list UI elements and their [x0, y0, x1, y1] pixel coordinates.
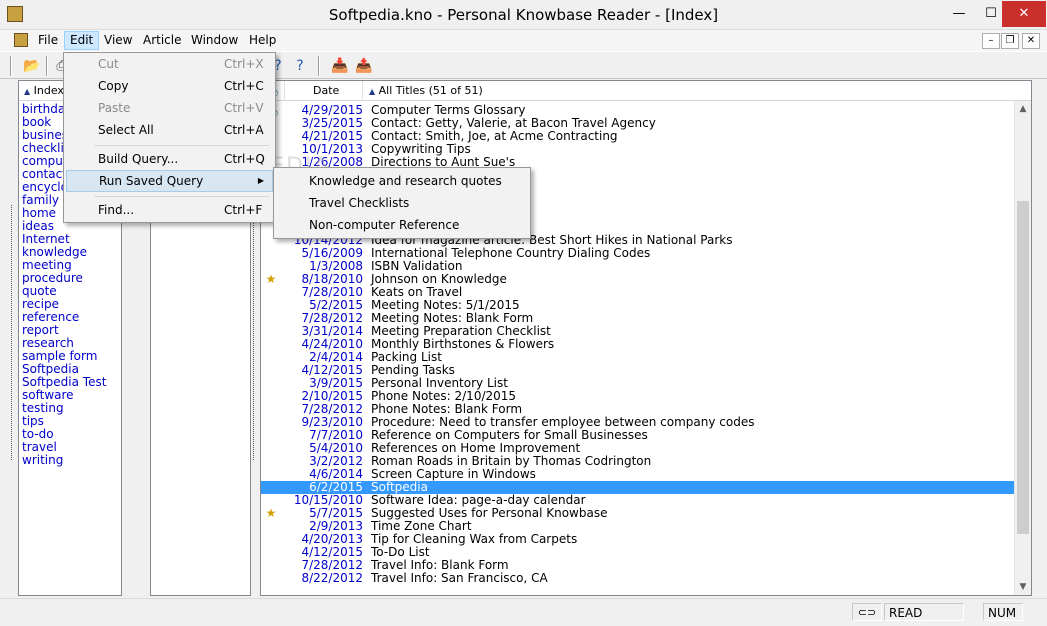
menu-find[interactable]: Find... Ctrl+F [66, 199, 273, 221]
index-header-label: Index [33, 84, 64, 97]
link-icon: ⊂⊃ [852, 603, 882, 621]
titles-header: 📎 Date ▲ All Titles (51 of 51) [261, 81, 1031, 101]
open-folder-icon[interactable]: 📂 [22, 56, 42, 76]
import-icon[interactable]: 📥 [330, 56, 350, 76]
row-date: 8/22/2012 [301, 571, 363, 585]
mdi-restore-button[interactable]: ❐ [1001, 33, 1019, 49]
star-icon: ★ [265, 506, 277, 520]
export-icon[interactable]: 📤 [354, 56, 374, 76]
status-bar: ⊂⊃ READ NUM [0, 598, 1047, 626]
menu-separator [94, 145, 269, 146]
left-splitter[interactable] [10, 80, 16, 596]
menu-edit[interactable]: Edit [64, 31, 100, 50]
mdi-close-button[interactable]: ✕ [1022, 33, 1040, 49]
sort-up-icon: ▲ [24, 87, 31, 96]
menu-cut[interactable]: Cut Ctrl+X [66, 53, 273, 75]
edit-menu: Cut Ctrl+X Copy Ctrl+C Paste Ctrl+V Sele… [63, 52, 276, 223]
scroll-thumb[interactable] [1017, 201, 1029, 534]
menu-separator [94, 196, 269, 197]
title-column-label: All Titles (51 of 51) [378, 84, 483, 97]
sort-up-icon: ▲ [369, 87, 376, 96]
index-item[interactable]: writing [22, 454, 121, 467]
menu-file[interactable]: File [33, 31, 63, 50]
menu-article[interactable]: Article [138, 31, 187, 50]
scroll-up-icon[interactable]: ▲ [1015, 101, 1031, 118]
close-button[interactable]: ✕ [1002, 1, 1046, 27]
menu-help[interactable]: Help [244, 31, 281, 50]
menu-build-query[interactable]: Build Query... Ctrl+Q [66, 148, 273, 170]
mdi-minimize-button[interactable]: – [982, 33, 1000, 49]
menu-view[interactable]: View [99, 31, 137, 50]
status-mode: READ [884, 603, 964, 621]
minimize-button[interactable]: — [944, 1, 974, 27]
menu-paste[interactable]: Paste Ctrl+V [66, 97, 273, 119]
table-row[interactable]: 8/22/2012 Travel Info: San Francisco, CA [261, 572, 1015, 585]
row-title: Travel Info: San Francisco, CA [371, 571, 548, 585]
splitter-grip [11, 205, 15, 460]
toolbar-separator [46, 56, 48, 76]
title-bar: Softpedia.kno - Personal Knowbase Reader… [0, 0, 1047, 30]
query-non-computer-reference[interactable]: Non-computer Reference [276, 214, 528, 236]
splitter-grip [253, 205, 257, 460]
menu-run-saved-query[interactable]: Run Saved Query ▶ [66, 170, 273, 192]
menu-copy[interactable]: Copy Ctrl+C [66, 75, 273, 97]
window-title: Softpedia.kno - Personal Knowbase Reader… [328, 6, 719, 24]
query-knowledge-research[interactable]: Knowledge and research quotes [276, 170, 528, 192]
menu-select-all[interactable]: Select All Ctrl+A [66, 119, 273, 141]
submenu-arrow-icon: ▶ [257, 176, 264, 185]
toolbar-separator [318, 56, 320, 76]
menu-window[interactable]: Window [186, 31, 243, 50]
titles-pane: 📎 Date ▲ All Titles (51 of 51) 📎4/29/201… [260, 80, 1032, 596]
star-icon: ★ [265, 272, 277, 286]
document-icon[interactable] [14, 33, 28, 47]
saved-query-submenu: Knowledge and research quotes Travel Che… [273, 167, 531, 239]
context-help-icon[interactable]: ? [290, 56, 310, 76]
date-column[interactable]: Date [285, 81, 363, 101]
vertical-scrollbar[interactable]: ▲ ▼ [1014, 101, 1031, 595]
scroll-down-icon[interactable]: ▼ [1015, 579, 1031, 595]
query-travel-checklists[interactable]: Travel Checklists [276, 192, 528, 214]
title-column[interactable]: ▲ All Titles (51 of 51) [363, 81, 1031, 101]
status-num: NUM [983, 603, 1023, 621]
menu-bar: File Edit View Article Window Help [0, 30, 1047, 51]
toolbar-separator [10, 56, 12, 76]
